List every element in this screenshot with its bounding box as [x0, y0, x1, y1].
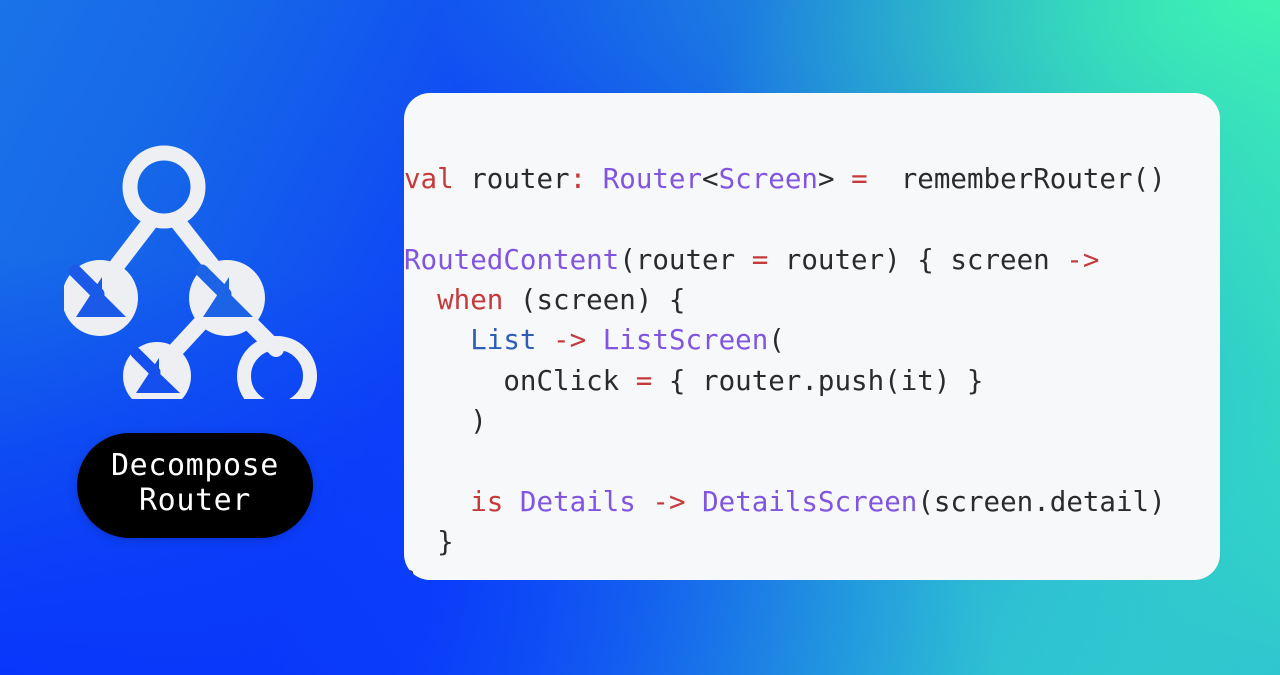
code-token: (screen.detail) — [917, 485, 1166, 518]
code-token: > — [817, 163, 835, 196]
kotlin-code-block: val router: Router<Screen> = rememberRou… — [404, 123, 1220, 580]
code-token: List — [470, 324, 537, 357]
brand-name-line-2: Router — [139, 482, 251, 518]
code-token: = — [635, 364, 653, 397]
code-token: ) — [404, 405, 487, 438]
code-line: List -> ListScreen( — [404, 320, 1220, 360]
code-token: (router — [619, 243, 752, 276]
code-token: = — [751, 243, 769, 276]
brand-name-line-1: Decompose — [111, 447, 279, 483]
tree-node-root — [122, 145, 206, 229]
code-token: Screen — [718, 163, 818, 196]
code-line: onClick = { router.push(it) } — [404, 361, 1220, 401]
poster-background: Decompose Router val router: Router<Scre… — [0, 0, 1280, 675]
tree-edge-root-right — [169, 212, 222, 276]
decompose-router-tree-logo-icon — [64, 145, 317, 399]
code-token: Details — [519, 485, 636, 518]
code-token: (screen) { — [503, 284, 686, 317]
code-token: rememberRouter() — [867, 163, 1166, 196]
code-line: when (screen) { — [404, 280, 1220, 320]
code-line: val router: Router<Screen> = rememberRou… — [404, 159, 1220, 199]
code-line: RoutedContent(router = router) { screen … — [404, 240, 1220, 280]
brand-name-pill: Decompose Router — [77, 432, 313, 539]
tree-edge-root-left — [107, 212, 159, 276]
code-token: Router — [602, 163, 703, 196]
code-token: < — [702, 163, 719, 196]
code-token: = — [851, 163, 868, 196]
code-token: ( — [768, 324, 785, 357]
code-token: { router.push(it) } — [652, 364, 984, 397]
code-token: ListScreen — [602, 324, 769, 357]
code-line: ) — [404, 401, 1220, 441]
tree-node-right-child — [189, 259, 265, 336]
code-token: onClick — [404, 364, 636, 397]
code-sample-card: val router: Router<Screen> = rememberRou… — [404, 93, 1220, 580]
code-line: } — [404, 522, 1220, 562]
code-token: when — [437, 284, 504, 317]
code-token: router — [453, 163, 570, 196]
brand-block: Decompose Router — [0, 0, 390, 675]
code-token: : — [569, 163, 587, 196]
code-token: is — [470, 485, 504, 518]
code-token: -> — [553, 324, 587, 357]
code-token: DetailsScreen — [702, 485, 918, 518]
code-token: RoutedContent — [404, 243, 620, 276]
code-line: } — [404, 562, 1220, 580]
code-token: } — [404, 525, 454, 558]
code-token: -> — [1066, 243, 1100, 276]
code-token: } — [404, 566, 421, 580]
code-token: -> — [652, 485, 686, 518]
code-line: is Details -> DetailsScreen(screen.detai… — [404, 482, 1220, 522]
tree-node-left-child — [64, 259, 138, 336]
code-token: val — [404, 163, 454, 196]
code-token: router) { screen — [768, 243, 1067, 276]
